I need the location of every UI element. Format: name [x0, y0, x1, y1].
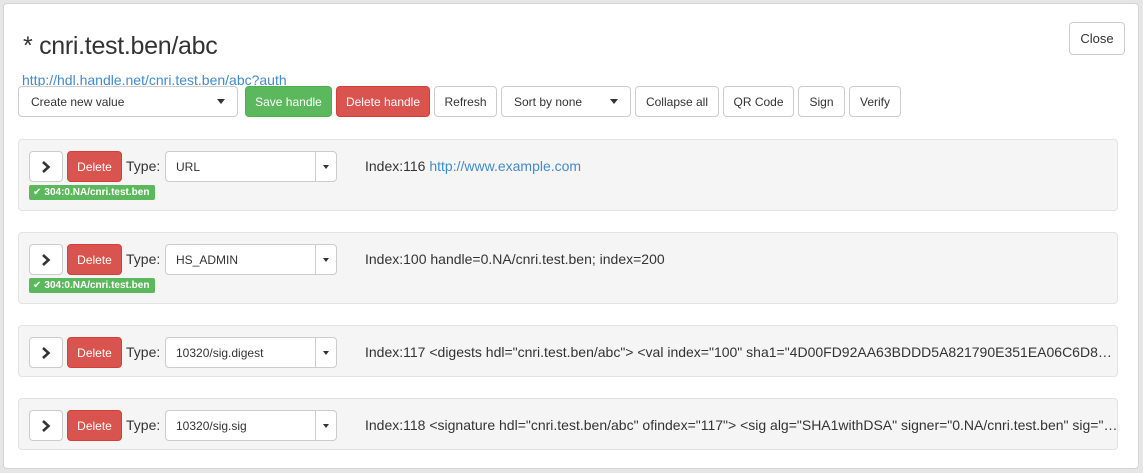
- value-link[interactable]: http://www.example.com: [429, 158, 581, 174]
- index-text: Index:100: [365, 251, 427, 267]
- caret-down-icon: [323, 350, 329, 355]
- type-dropdown-button[interactable]: [315, 151, 337, 182]
- expand-button[interactable]: [29, 337, 63, 368]
- type-dropdown-button[interactable]: [315, 244, 337, 275]
- type-label: Type:: [126, 417, 161, 433]
- create-value-label: Create new value: [31, 94, 125, 109]
- caret-down-icon: [610, 99, 618, 104]
- badge-label: 304:0.NA/cnri.test.ben: [44, 187, 150, 198]
- value-summary: Index:117 <digests hdl="cnri.test.ben/ab…: [365, 344, 1120, 360]
- value-summary: Index:100 handle=0.NA/cnri.test.ben; ind…: [365, 251, 1120, 267]
- sort-label: Sort by none: [514, 94, 583, 109]
- save-handle-button[interactable]: Save handle: [245, 86, 332, 117]
- caret-down-icon: [323, 164, 329, 169]
- type-input[interactable]: [165, 151, 316, 182]
- expand-button[interactable]: [29, 151, 63, 182]
- sort-select[interactable]: Sort by none: [501, 86, 631, 117]
- expand-button[interactable]: [29, 244, 63, 275]
- delete-value-button[interactable]: Delete: [67, 244, 122, 275]
- verify-button[interactable]: Verify: [849, 86, 901, 117]
- chevron-right-icon: [42, 346, 51, 359]
- index-text: Index:118: [365, 417, 426, 433]
- sign-button[interactable]: Sign: [798, 86, 845, 117]
- page-title: * cnri.test.ben/abc: [23, 32, 218, 60]
- signature-verified-badge: ✔ 304:0.NA/cnri.test.ben: [29, 278, 156, 293]
- caret-down-icon: [323, 423, 329, 428]
- check-icon: ✔: [33, 280, 42, 291]
- index-text: Index:116: [365, 158, 426, 174]
- delete-value-button[interactable]: Delete: [67, 410, 122, 441]
- value-text: handle=0.NA/cnri.test.ben; index=200: [430, 251, 665, 267]
- type-input[interactable]: [165, 244, 316, 275]
- badge-label: 304:0.NA/cnri.test.ben: [44, 280, 150, 291]
- handle-value-row: Delete Type: Index:117 <digests hdl="cnr…: [18, 325, 1120, 377]
- type-label: Type:: [126, 158, 161, 174]
- caret-down-icon: [217, 99, 225, 104]
- qr-code-button[interactable]: QR Code: [723, 86, 794, 117]
- handle-value-row: Delete Type: Index:100 handle=0.NA/cnri.…: [18, 232, 1118, 304]
- close-button[interactable]: Close: [1069, 22, 1125, 55]
- chevron-right-icon: [42, 253, 51, 266]
- value-summary: Index:118 <signature hdl="cnri.test.ben/…: [365, 417, 1120, 433]
- delete-value-button[interactable]: Delete: [67, 151, 122, 182]
- handle-value-row: Delete Type: Index:118 <signature hdl="c…: [18, 398, 1120, 450]
- index-text: Index:117: [365, 344, 426, 360]
- handle-value-row: Delete Type: Index:116 http://www.exampl…: [18, 139, 1118, 211]
- signature-verified-badge: ✔ 304:0.NA/cnri.test.ben: [29, 185, 156, 200]
- check-icon: ✔: [33, 187, 42, 198]
- collapse-all-button[interactable]: Collapse all: [635, 86, 719, 117]
- caret-down-icon: [323, 257, 329, 262]
- type-input[interactable]: [165, 410, 316, 441]
- refresh-button[interactable]: Refresh: [434, 86, 497, 117]
- type-dropdown-button[interactable]: [315, 337, 337, 368]
- value-text: <signature hdl="cnri.test.ben/abc" ofind…: [429, 417, 1120, 433]
- type-dropdown-button[interactable]: [315, 410, 337, 441]
- type-label: Type:: [126, 344, 161, 360]
- chevron-right-icon: [42, 160, 51, 173]
- chevron-right-icon: [42, 419, 51, 432]
- create-value-select[interactable]: Create new value: [18, 86, 238, 117]
- type-input[interactable]: [165, 337, 316, 368]
- value-text: <digests hdl="cnri.test.ben/abc"> <val i…: [429, 344, 1120, 360]
- delete-handle-button[interactable]: Delete handle: [336, 86, 430, 117]
- expand-button[interactable]: [29, 410, 63, 441]
- delete-value-button[interactable]: Delete: [67, 337, 122, 368]
- value-summary: Index:116 http://www.example.com: [365, 158, 1120, 174]
- type-label: Type:: [126, 251, 161, 267]
